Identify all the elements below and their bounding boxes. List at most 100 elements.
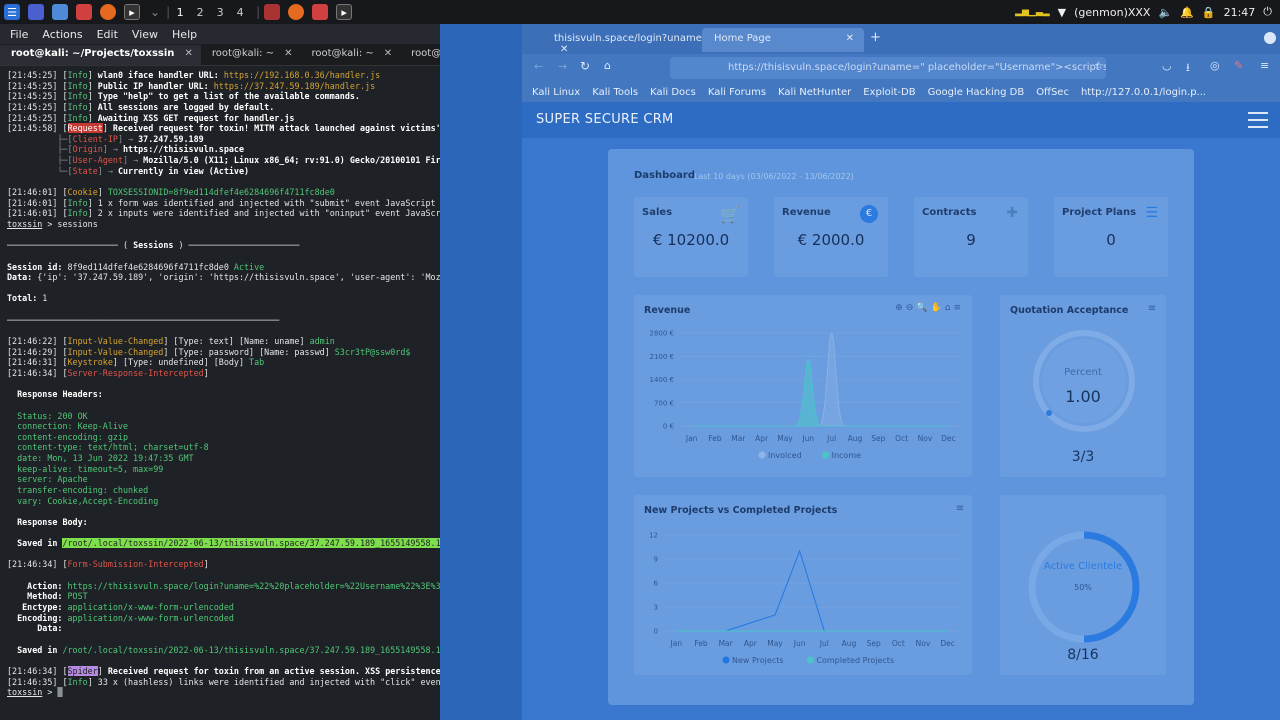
menu-actions[interactable]: Actions (42, 28, 82, 41)
wifi-icon[interactable]: ▼ (1058, 6, 1066, 19)
terminal-tab-3[interactable]: root@kali: ~ ✕ (301, 45, 401, 65)
x-tick-label: Mar (719, 639, 734, 648)
chevron-down-icon[interactable]: ⌄ (150, 5, 160, 19)
y-tick-label: 2800 € (650, 330, 675, 338)
volume-icon[interactable]: 🔈 (1158, 6, 1172, 19)
new-tab-button[interactable]: + (858, 28, 881, 52)
editor-window-icon[interactable] (312, 4, 329, 20)
bookmark-google-hacking-db[interactable]: Google Hacking DB (928, 87, 1025, 98)
browser-tab-home[interactable]: Home Page ✕ (702, 28, 864, 52)
bookmark-kali-docs[interactable]: Kali Docs (650, 87, 696, 98)
workspace-1[interactable]: 1 (170, 6, 190, 19)
pocket-icon[interactable]: ◡ (1162, 59, 1172, 72)
bookmark-kali-linux[interactable]: Kali Linux (532, 87, 580, 98)
workspace-3[interactable]: 3 (210, 6, 230, 19)
legend-label: New Projects (732, 656, 784, 665)
terminal-text: User-Agent (72, 155, 123, 166)
back-icon[interactable]: ← (534, 60, 543, 73)
x-tick-label: Nov (916, 639, 931, 648)
terminal-window-icon[interactable]: ▸ (336, 4, 353, 20)
bookmark-exploit-db[interactable]: Exploit-DB (863, 87, 915, 98)
bookmark-kali-forums[interactable]: Kali Forums (708, 87, 766, 98)
terminal-text: ├─[ (7, 133, 73, 144)
home-icon[interactable]: ⌂ (604, 59, 611, 72)
file-manager-icon[interactable] (52, 4, 68, 20)
x-tick-label: Feb (708, 434, 722, 443)
close-window-icon[interactable] (1264, 32, 1276, 44)
puzzle-icon: ✚ (1006, 205, 1018, 221)
kpi-value: € 10200.0 (652, 231, 730, 249)
terminal-text: └─[ (7, 165, 73, 176)
workspace-4[interactable]: 4 (230, 6, 250, 19)
menu-edit[interactable]: Edit (97, 28, 118, 41)
genmon-label: (genmon)XXX (1074, 5, 1151, 19)
y-tick-label: 3 (654, 604, 658, 612)
terminal-text: ] (87, 91, 98, 102)
power-icon[interactable]: ⏻ (1263, 5, 1272, 19)
kali-menu-icon[interactable]: ☰ (4, 4, 20, 20)
terminal-text: Input-Value-Changed (67, 346, 164, 357)
close-icon[interactable]: ✕ (184, 48, 192, 65)
bookmark-star-icon[interactable]: ☆ (1094, 59, 1104, 72)
show-desktop-icon[interactable] (28, 4, 44, 20)
close-icon[interactable]: ✕ (284, 48, 292, 65)
close-icon[interactable]: ✕ (384, 48, 392, 65)
legend-label: Completed Projects (816, 656, 894, 665)
x-tick-label: Dec (941, 434, 956, 443)
url-bar[interactable]: https://thisisvuln.space/login?uname=" p… (670, 57, 1106, 79)
browser-navbar: ← → ↻ ⌂ https://thisisvuln.space/login?u… (522, 54, 1280, 82)
terminal-tab-1[interactable]: root@kali: ~/Projects/toxssin ✕ (0, 45, 201, 65)
hamburger-menu-icon[interactable] (1248, 112, 1268, 128)
list-icon: ☰ (1145, 205, 1158, 221)
terminal-text: ] (203, 367, 209, 378)
kpi-card-project-plans: Project Plans ☰ 0 (1054, 197, 1168, 277)
dashboard-panel: Dashboard Last 10 days (03/06/2022 - 13/… (608, 149, 1194, 705)
kpi-value: 9 (966, 231, 976, 249)
firefox-window-icon[interactable] (288, 4, 305, 20)
text-editor-icon[interactable] (76, 4, 92, 20)
burp-window-icon[interactable] (264, 4, 281, 20)
terminal-text: Info (67, 208, 88, 219)
top-panel: ☰ ▸ ⌄ | 1 2 3 4 | ▸ ▂▅▁▃▂ ▼ (genmon)XXX … (0, 0, 1280, 24)
browser-tab-login[interactable]: thisisvuln.space/login?uname ✕ (542, 28, 702, 55)
menu-help[interactable]: Help (172, 28, 197, 41)
bookmark-kali-nethunter[interactable]: Kali NetHunter (778, 87, 851, 98)
terminal-icon[interactable]: ▸ (124, 4, 140, 20)
workspace-2[interactable]: 2 (190, 6, 210, 19)
firefox-icon[interactable] (100, 4, 116, 20)
terminal-tab-2[interactable]: root@kali: ~ ✕ (201, 45, 301, 65)
account-icon[interactable]: ◎ (1210, 59, 1220, 72)
x-tick-label: Nov (918, 434, 933, 443)
terminal-text: ├─[ (7, 144, 73, 155)
bookmark-kali-tools[interactable]: Kali Tools (592, 87, 638, 98)
bookmark-localhost-login[interactable]: http://127.0.0.1/login.p... (1081, 87, 1206, 98)
extension-icon[interactable]: ✎ (1234, 59, 1243, 72)
close-icon[interactable]: ✕ (846, 33, 854, 44)
menu-view[interactable]: View (132, 28, 158, 41)
terminal-text: ────────────────────────────────────────… (7, 314, 280, 325)
tab-label: root@kali: ~/Projects/toxssin (11, 48, 175, 59)
x-tick-label: May (767, 639, 783, 648)
quotation-card: Quotation Acceptance ≡ Percent 1.00 3/3 (1000, 295, 1166, 477)
kpi-label: Project Plans (1062, 207, 1137, 218)
terminal-text: wlan0 iface handler URL: (97, 70, 224, 80)
terminal-text: Response Headers: (7, 389, 103, 400)
forward-icon[interactable]: → (558, 60, 567, 73)
menu-file[interactable]: File (10, 28, 28, 41)
system-tray: ▂▅▁▃▂ ▼ (genmon)XXX 🔈 🔔 🔒 21:47 ⏻ (1015, 0, 1280, 24)
terminal-text: toxssin (7, 687, 43, 698)
downloads-icon[interactable]: ⭳ (1186, 59, 1190, 78)
terminal-text: [21:46:01] [ (7, 208, 68, 219)
menu-icon[interactable]: ≡ (1260, 59, 1269, 72)
bookmark-offsec[interactable]: OffSec (1036, 87, 1069, 98)
terminal-text: Info (67, 112, 88, 123)
terminal-text: Total: (7, 293, 43, 304)
notification-bell-icon[interactable]: 🔔 (1180, 6, 1194, 19)
browser-tabbar: thisisvuln.space/login?uname ✕ Home Page… (522, 24, 1280, 55)
terminal-text: https://thisisvuln.space/login?uname=%22… (67, 580, 492, 591)
terminal-text: [21:46:34] [ (7, 665, 68, 676)
terminal-text: [21:46:01] [ (7, 187, 68, 198)
legend-marker (806, 656, 814, 664)
reload-icon[interactable]: ↻ (580, 59, 590, 73)
lock-icon[interactable]: 🔒 (1202, 6, 1216, 19)
